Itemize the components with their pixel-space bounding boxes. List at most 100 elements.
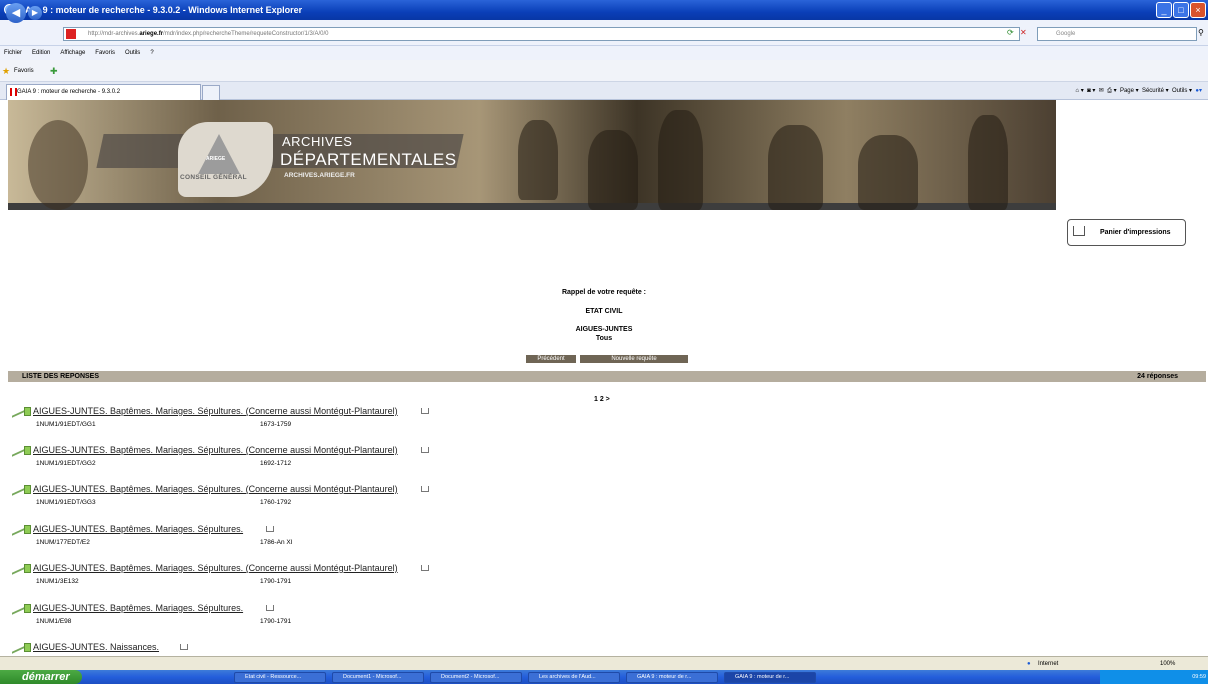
rappel-scope: Tous xyxy=(595,335,613,342)
menu-favoris[interactable]: Favoris xyxy=(95,50,115,56)
add-to-cart-icon[interactable] xyxy=(421,447,429,453)
command-bar: ⌂ ▾ ◙ ▾ ✉ ⎙ ▾ Page ▾ Sécurité ▾ Outils ▾… xyxy=(1075,88,1202,94)
logo-departementales: DÉPARTEMENTALES xyxy=(280,150,457,169)
rappel-commune: AIGUES-JUNTES xyxy=(575,326,633,333)
page-menu[interactable]: Page xyxy=(1120,88,1134,94)
result-cote: 1NUM1/91EDT/GG2 xyxy=(36,460,96,467)
document-icon xyxy=(24,564,31,573)
annotate-icon[interactable] xyxy=(12,639,24,654)
add-to-cart-icon[interactable] xyxy=(421,486,429,492)
annotate-icon[interactable] xyxy=(12,600,24,615)
result-cote: 1NUM/177EDT/E2 xyxy=(36,539,90,546)
globe-icon: ● xyxy=(1027,661,1031,667)
stop-icon[interactable]: ✕ xyxy=(1020,28,1027,37)
search-icon[interactable]: ⚲ xyxy=(1198,28,1204,37)
mail-icon[interactable]: ✉ xyxy=(1099,88,1104,94)
favorites-button[interactable]: Favoris xyxy=(14,68,34,74)
result-title-link[interactable]: AIGUES-JUNTES. Baptêmes. Mariages. Sépul… xyxy=(33,524,243,534)
start-label: démarrer xyxy=(22,671,70,683)
url-domain: ariege.fr xyxy=(139,31,164,37)
menu-edition[interactable]: Edition xyxy=(32,50,50,56)
result-dates: 1673-1759 xyxy=(260,421,292,428)
taskbar-item[interactable]: Les archives de l'Aud... xyxy=(528,672,620,683)
logo-conseil-general: CONSEIL GÉNÉRAL xyxy=(180,174,247,181)
page-content: ARIEGE CONSEIL GÉNÉRAL ARCHIVES DÉPARTEM… xyxy=(0,100,1208,656)
result-title-link[interactable]: AIGUES-JUNTES. Baptêmes. Mariages. Sépul… xyxy=(33,484,398,494)
result-item: AIGUES-JUNTES. Baptêmes. Mariages. Sépul… xyxy=(12,403,712,436)
taskbar-item[interactable]: GAIA 9 : moteur de r... xyxy=(626,672,718,683)
add-to-cart-icon[interactable] xyxy=(421,565,429,571)
taskbar-item[interactable]: Etat civil - Ressource... xyxy=(234,672,326,683)
result-dates: 1790-1791 xyxy=(260,578,292,585)
site-favicon-icon xyxy=(66,29,76,39)
document-icon xyxy=(24,446,31,455)
close-button[interactable]: × xyxy=(1190,2,1206,18)
previous-button[interactable]: Précédent xyxy=(526,355,576,363)
add-to-cart-icon[interactable] xyxy=(266,605,274,611)
add-favorite-icon[interactable]: ✚ xyxy=(50,60,58,82)
minimize-button[interactable]: _ xyxy=(1156,2,1172,18)
result-item: AIGUES-JUNTES. Baptêmes. Mariages. Sépul… xyxy=(12,600,712,633)
forward-button[interactable]: ▶ xyxy=(28,6,42,20)
search-placeholder: Google xyxy=(1056,31,1076,37)
result-dates: 1760-1792 xyxy=(260,499,292,506)
annotate-icon[interactable] xyxy=(12,560,24,575)
print-icon[interactable]: ⎙ ▾ xyxy=(1107,88,1116,94)
zone-label: Internet xyxy=(1038,661,1059,667)
menu-fichier[interactable]: Fichier xyxy=(4,50,22,56)
menu-outils[interactable]: Outils xyxy=(125,50,140,56)
home-icon[interactable]: ⌂ ▾ xyxy=(1075,88,1083,94)
clock: 09:59 xyxy=(1192,674,1206,680)
window-titlebar: GAIA 9 : moteur de recherche - 9.3.0.2 -… xyxy=(0,0,1208,20)
annotate-icon[interactable] xyxy=(12,481,24,496)
document-icon xyxy=(24,525,31,534)
document-icon xyxy=(24,485,31,494)
result-title-link[interactable]: AIGUES-JUNTES. Baptêmes. Mariages. Sépul… xyxy=(33,406,398,416)
annotate-icon[interactable] xyxy=(12,403,24,418)
taskbar-item[interactable]: Document2 - Microsof... xyxy=(430,672,522,683)
help-icon[interactable]: ●▾ xyxy=(1195,88,1202,94)
new-query-button[interactable]: Nouvelle requête xyxy=(580,355,688,363)
menu-help[interactable]: ? xyxy=(150,50,153,56)
start-button[interactable]: démarrer xyxy=(0,670,82,684)
taskbar-item-active[interactable]: GAIA 9 : moteur de r... xyxy=(724,672,816,683)
securite-menu[interactable]: Sécurité xyxy=(1142,88,1164,94)
refresh-icon[interactable]: ⟳ xyxy=(1007,28,1014,37)
logo-archives: ARCHIVES xyxy=(282,134,353,149)
new-tab-button[interactable] xyxy=(202,85,220,100)
result-cote: 1NUM1/E98 xyxy=(36,618,72,625)
result-title-link[interactable]: AIGUES-JUNTES. Baptêmes. Mariages. Sépul… xyxy=(33,603,243,613)
tab-active[interactable]: GAIA 9 : moteur de recherche - 9.3.0.2 xyxy=(6,84,201,100)
rappel-domain: ETAT CIVIL xyxy=(585,308,623,315)
outils-menu[interactable]: Outils xyxy=(1172,88,1187,94)
status-bar: ● Internet 100% xyxy=(0,656,1208,670)
result-title-link[interactable]: AIGUES-JUNTES. Baptêmes. Mariages. Sépul… xyxy=(33,563,398,573)
zoom-level[interactable]: 100% xyxy=(1160,657,1175,671)
result-dates: 1692-1712 xyxy=(260,460,292,467)
rappel-heading: Rappel de votre requête : xyxy=(561,289,647,296)
result-title-link[interactable]: AIGUES-JUNTES. Baptêmes. Mariages. Sépul… xyxy=(33,445,398,455)
pagination[interactable]: 1 2 > xyxy=(594,396,610,403)
result-cote: 1NUM1/91EDT/GG1 xyxy=(36,421,96,428)
menu-affichage[interactable]: Affichage xyxy=(60,50,85,56)
search-input[interactable]: Google xyxy=(1037,27,1197,41)
annotate-icon[interactable] xyxy=(12,521,24,536)
result-item: AIGUES-JUNTES. Baptêmes. Mariages. Sépul… xyxy=(12,481,712,514)
feeds-icon[interactable]: ◙ ▾ xyxy=(1087,88,1095,94)
panier-label: Panier d'impressions xyxy=(1100,229,1171,236)
tab-title: GAIA 9 : moteur de recherche - 9.3.0.2 xyxy=(17,89,121,95)
maximize-button[interactable]: □ xyxy=(1173,2,1189,18)
result-item: AIGUES-JUNTES. Naissances. xyxy=(12,639,712,656)
add-to-cart-icon[interactable] xyxy=(421,408,429,414)
add-to-cart-icon[interactable] xyxy=(180,644,188,650)
back-button[interactable]: ◀ xyxy=(6,3,26,23)
add-to-cart-icon[interactable] xyxy=(266,526,274,532)
taskbar-item[interactable]: Document1 - Microsof... xyxy=(332,672,424,683)
result-title-link[interactable]: AIGUES-JUNTES. Naissances. xyxy=(33,642,159,652)
window-title: GAIA 9 : moteur de recherche - 9.3.0.2 -… xyxy=(18,5,303,15)
address-bar[interactable]: http://mdr-archives.ariege.fr/mdr/index.… xyxy=(63,27,1020,41)
annotate-icon[interactable] xyxy=(12,442,24,457)
result-item: AIGUES-JUNTES. Baptêmes. Mariages. Sépul… xyxy=(12,442,712,475)
result-item: AIGUES-JUNTES. Baptêmes. Mariages. Sépul… xyxy=(12,521,712,554)
url-prefix: http://mdr-archives. xyxy=(88,31,140,37)
